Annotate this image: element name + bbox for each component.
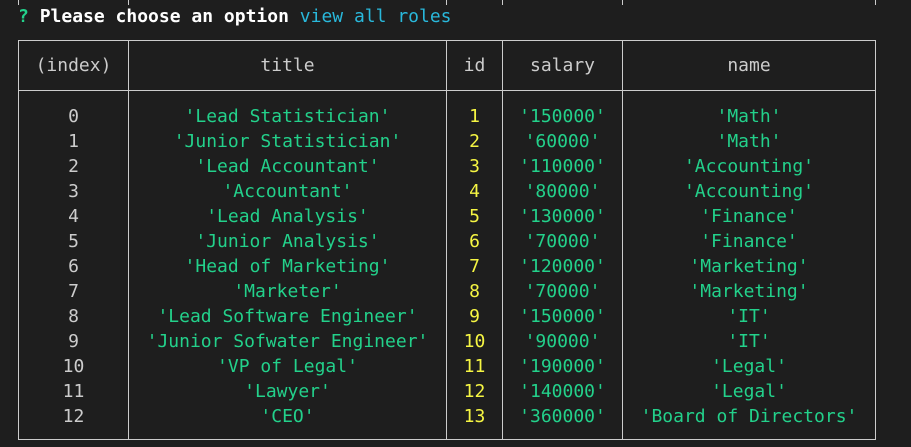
table-row: 0 'Lead Statistician' 1 '150000' 'Math': [19, 104, 875, 129]
cell-salary: '110000': [519, 156, 606, 177]
cell-name: 'Math': [716, 106, 782, 127]
cell-salary: '70000': [524, 281, 601, 302]
cell-id: 12: [463, 381, 486, 402]
cell-title: 'Junior Analysis': [195, 231, 380, 252]
cell-index: 5: [68, 231, 79, 252]
header-name: name: [727, 55, 771, 76]
cell-salary: '140000': [519, 381, 606, 402]
table-row: 12 'CEO' 13 '360000' 'Board of Directors': [19, 404, 875, 429]
header-salary: salary: [529, 55, 596, 76]
cell-index: 11: [62, 381, 85, 402]
cell-id: 9: [469, 306, 480, 327]
cell-title: 'Lawyer': [244, 381, 331, 402]
cell-id: 7: [469, 256, 480, 277]
cell-name: 'Legal': [711, 356, 787, 377]
cell-index: 6: [68, 256, 79, 277]
prompt-question: Please choose an option: [39, 6, 289, 27]
cell-title: 'Junior Statistician': [173, 131, 402, 152]
table-row: 6 'Head of Marketing' 7 '120000' 'Marketing': [19, 254, 875, 279]
cell-name: 'Math': [716, 131, 782, 152]
cell-salary: '60000': [524, 131, 601, 152]
cell-id: 6: [469, 231, 480, 252]
cell-title: 'Lead Statistician': [184, 106, 391, 127]
cell-title: 'Lead Analysis': [206, 206, 369, 227]
cell-title: 'Junior Sofwater Engineer': [146, 331, 429, 352]
table-row: 9 'Junior Sofwater Engineer' 10 '90000' 'IT': [19, 329, 875, 354]
cell-index: 8: [68, 306, 79, 327]
cell-id: 13: [463, 406, 486, 427]
table-body: 0 'Lead Statistician' 1 '150000' 'Math' 1 'Jun…: [19, 104, 875, 429]
cell-title: 'Marketer': [233, 281, 342, 302]
cell-title: 'Accountant': [222, 181, 353, 202]
table-row: 2 'Lead Accountant' 3 '110000' 'Accounting': [19, 154, 875, 179]
table-row: 1 'Junior Statistician' 2 '60000' 'Math': [19, 129, 875, 154]
header-divider: [19, 90, 875, 91]
cell-id: 8: [469, 281, 480, 302]
cell-index: 10: [62, 356, 85, 377]
table-row: 8 'Lead Software Engineer' 9 '150000' 'IT': [19, 304, 875, 329]
cell-name: 'IT': [727, 306, 771, 327]
header-title: title: [260, 55, 315, 76]
cell-name: 'Accounting': [683, 156, 815, 177]
cell-name: 'Legal': [711, 381, 787, 402]
console-table: (index) title id salary name 0 'Lead Stat…: [18, 40, 876, 440]
cell-name: 'Accounting': [683, 181, 815, 202]
cell-title: 'VP of Legal': [217, 356, 358, 377]
cell-index: 3: [68, 181, 79, 202]
cell-index: 7: [68, 281, 79, 302]
cell-index: 2: [68, 156, 79, 177]
cell-name: 'IT': [727, 331, 771, 352]
cell-name: 'Finance': [700, 231, 798, 252]
table-row: 10 'VP of Legal' 11 '190000' 'Legal': [19, 354, 875, 379]
cell-index: 4: [68, 206, 79, 227]
cell-id: 3: [469, 156, 480, 177]
cell-id: 10: [463, 331, 486, 352]
cell-title: 'Lead Accountant': [195, 156, 380, 177]
cell-name: 'Marketing': [689, 281, 809, 302]
header-id: id: [463, 55, 486, 76]
cell-index: 9: [68, 331, 79, 352]
cell-title: 'CEO': [260, 406, 315, 427]
cell-salary: '130000': [519, 206, 606, 227]
cell-index: 12: [62, 406, 85, 427]
cell-salary: '120000': [519, 256, 606, 277]
cell-salary: '190000': [519, 356, 606, 377]
cell-title: 'Lead Software Engineer': [157, 306, 418, 327]
prompt-line: ? Please choose an option view all roles: [18, 5, 452, 29]
cell-title: 'Head of Marketing': [184, 256, 391, 277]
cell-salary: '150000': [519, 106, 606, 127]
table-row: 11 'Lawyer' 12 '140000' 'Legal': [19, 379, 875, 404]
cell-salary: '80000': [524, 181, 601, 202]
cell-id: 1: [469, 106, 480, 127]
table-row: 4 'Lead Analysis' 5 '130000' 'Finance': [19, 204, 875, 229]
cell-name: 'Board of Directors': [640, 406, 858, 427]
cell-id: 11: [463, 356, 486, 377]
cell-id: 2: [469, 131, 480, 152]
header-index: (index): [35, 55, 112, 76]
cell-salary: '70000': [524, 231, 601, 252]
table-row: 3 'Accountant' 4 '80000' 'Accounting': [19, 179, 875, 204]
table-row: 5 'Junior Analysis' 6 '70000' 'Finance': [19, 229, 875, 254]
cell-id: 5: [469, 206, 480, 227]
cell-index: 0: [68, 106, 79, 127]
cell-index: 1: [68, 131, 79, 152]
cell-name: 'Marketing': [689, 256, 809, 277]
cell-salary: '360000': [519, 406, 606, 427]
cell-salary: '90000': [524, 331, 601, 352]
prompt-answer: view all roles: [299, 6, 452, 27]
cell-id: 4: [469, 181, 480, 202]
cell-salary: '150000': [519, 306, 606, 327]
table-row: 7 'Marketer' 8 '70000' 'Marketing': [19, 279, 875, 304]
cell-name: 'Finance': [700, 206, 798, 227]
question-mark: ?: [18, 6, 29, 27]
